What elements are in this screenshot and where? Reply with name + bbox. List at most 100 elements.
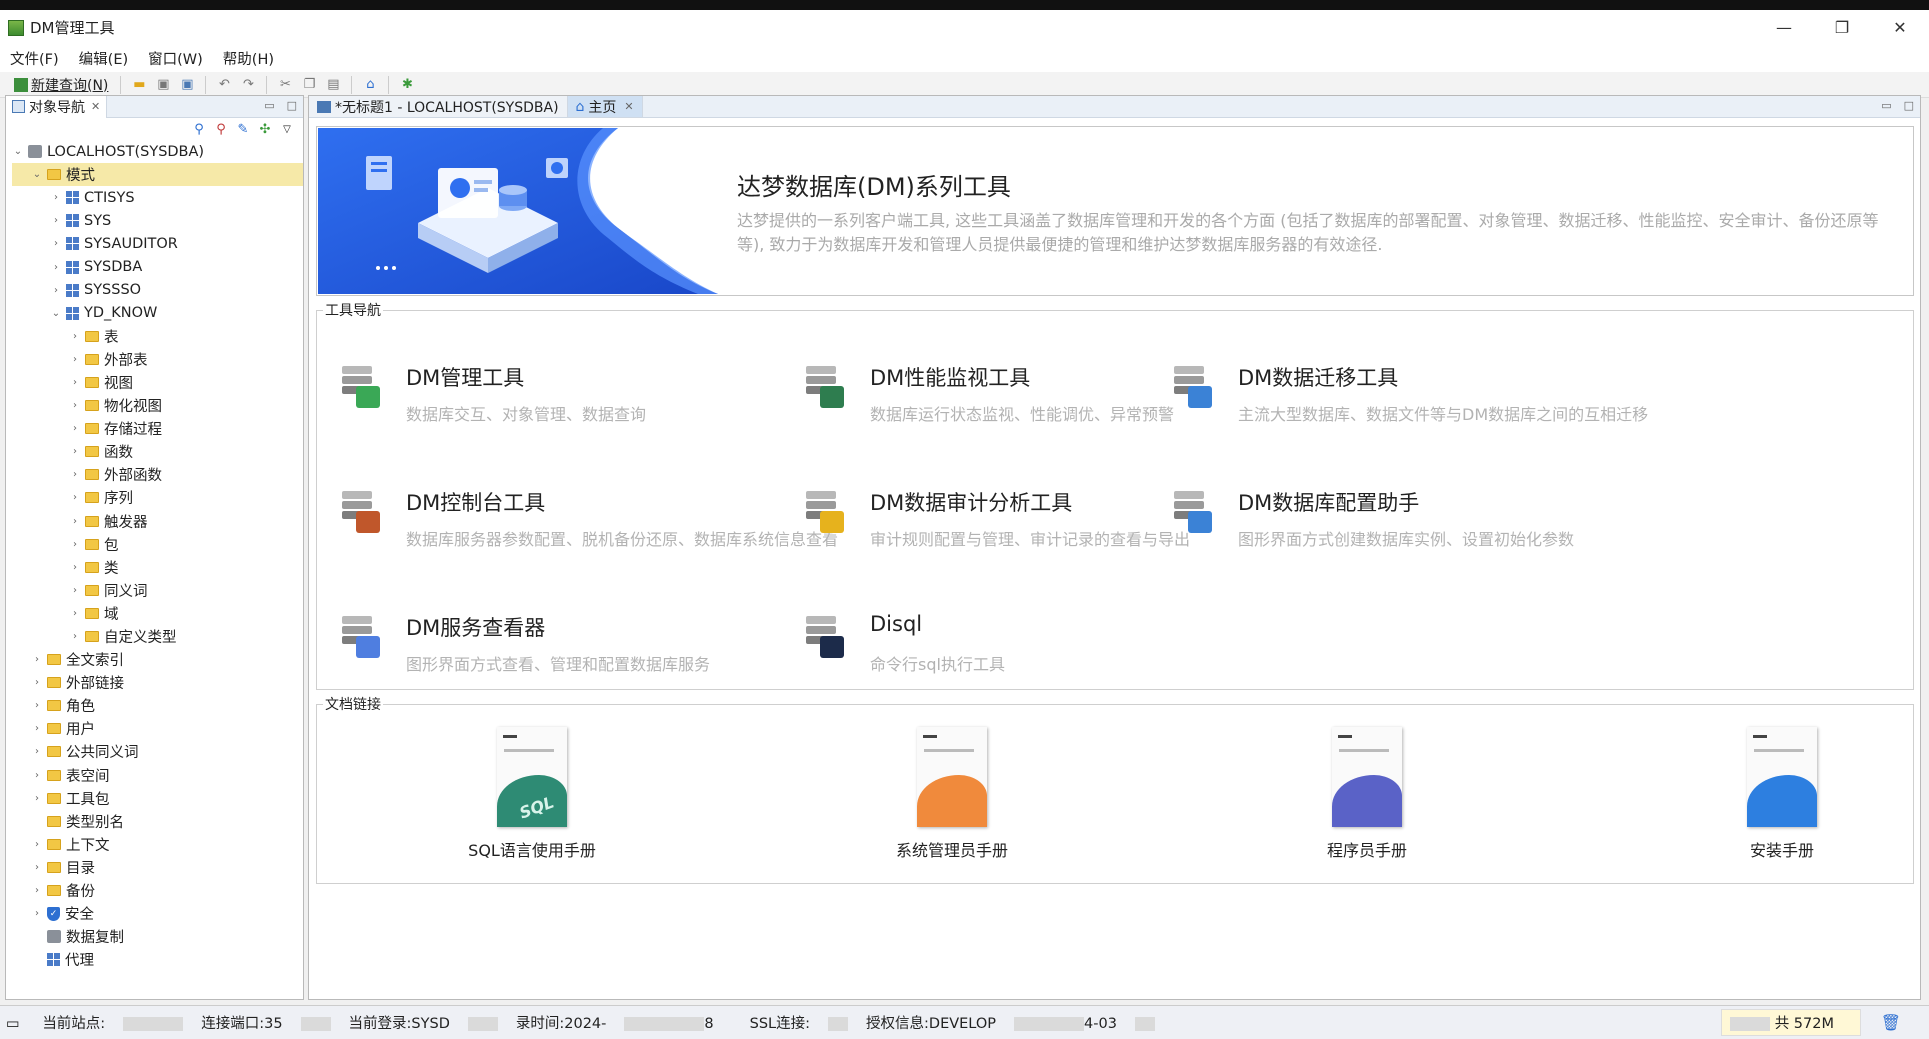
tree-node[interactable]: › 同义词 <box>12 579 303 602</box>
close-button[interactable]: ✕ <box>1871 10 1929 45</box>
chevron-right-icon[interactable]: › <box>31 885 43 896</box>
tree-node[interactable]: › SYSSSO <box>12 279 303 302</box>
tree-node[interactable]: › ✓ 安全 <box>12 902 303 925</box>
chevron-right-icon[interactable]: › <box>50 192 62 203</box>
chevron-right-icon[interactable]: › <box>69 469 81 480</box>
redo-icon[interactable]: ↷ <box>238 75 258 95</box>
tab-untitled-query[interactable]: *无标题1 - LOCALHOST(SYSDBA) <box>309 96 568 117</box>
chevron-right-icon[interactable]: › <box>50 238 62 249</box>
tree-node[interactable]: › 包 <box>12 533 303 556</box>
menu-help[interactable]: 帮助(H) <box>213 48 284 69</box>
tab-object-navigator[interactable]: 对象导航 ✕ <box>6 95 108 118</box>
tree-node[interactable]: › 目录 <box>12 856 303 879</box>
menu-edit[interactable]: 编辑(E) <box>69 48 138 69</box>
tree-node[interactable]: › 类 <box>12 556 303 579</box>
tree-node[interactable]: › 角色 <box>12 694 303 717</box>
tree-node[interactable]: › SYSDBA <box>12 255 303 278</box>
tree-node[interactable]: › 全文索引 <box>12 648 303 671</box>
tree-node[interactable]: › 工具包 <box>12 787 303 810</box>
tree-node[interactable]: › 函数 <box>12 440 303 463</box>
tree-node[interactable]: 类型别名 <box>12 810 303 833</box>
tree-node[interactable]: › 域 <box>12 602 303 625</box>
home-icon[interactable]: ⌂ <box>360 75 380 95</box>
chevron-right-icon[interactable]: › <box>69 516 81 527</box>
chevron-right-icon[interactable]: › <box>69 585 81 596</box>
chevron-right-icon[interactable]: › <box>69 354 81 365</box>
chevron-right-icon[interactable]: › <box>69 539 81 550</box>
chevron-right-icon[interactable]: › <box>69 377 81 388</box>
chevron-down-icon[interactable]: ⌄ <box>50 308 62 319</box>
expand-all-icon[interactable]: ✣ <box>257 121 273 137</box>
debug-icon[interactable]: ✱ <box>397 75 417 95</box>
cut-icon[interactable]: ✂ <box>275 75 295 95</box>
chevron-right-icon[interactable]: › <box>31 654 43 665</box>
undo-icon[interactable]: ↶ <box>214 75 234 95</box>
tree-node[interactable]: › 外部函数 <box>12 463 303 486</box>
chevron-right-icon[interactable]: › <box>69 423 81 434</box>
chevron-right-icon[interactable]: › <box>69 631 81 642</box>
chevron-right-icon[interactable]: › <box>31 770 43 781</box>
tree-node[interactable]: 数据复制 <box>12 925 303 948</box>
menu-file[interactable]: 文件(F) <box>0 48 69 69</box>
tree-node[interactable]: ⌄ YD_KNOW <box>12 302 303 325</box>
tree-node[interactable]: › 上下文 <box>12 833 303 856</box>
tool-launcher[interactable]: DM数据迁移工具 主流大型数据库、数据文件等与DM数据库之间的互相迁移 <box>1174 356 1674 436</box>
chevron-right-icon[interactable]: › <box>69 608 81 619</box>
tree-node[interactable]: › 视图 <box>12 371 303 394</box>
tree-node[interactable]: ⌄ LOCALHOST(SYSDBA) <box>12 140 303 163</box>
chevron-right-icon[interactable]: › <box>69 331 81 342</box>
chevron-right-icon[interactable]: › <box>31 908 43 919</box>
tool-launcher[interactable]: Disql 命令行sql执行工具 <box>806 606 1306 686</box>
tree-node[interactable]: › 表空间 <box>12 764 303 787</box>
close-icon[interactable]: ✕ <box>91 100 100 113</box>
chevron-right-icon[interactable]: › <box>50 215 62 226</box>
chevron-right-icon[interactable]: › <box>31 746 43 757</box>
chevron-right-icon[interactable]: › <box>31 700 43 711</box>
tree-node[interactable]: › CTISYS <box>12 186 303 209</box>
view-menu-icon[interactable]: ▽ <box>279 121 295 137</box>
tree-node[interactable]: › 用户 <box>12 717 303 740</box>
connect-icon[interactable]: ⚲ <box>191 121 207 137</box>
disconnect-icon[interactable]: ⚲ <box>213 121 229 137</box>
doc-link[interactable]: 程序员手册 <box>1257 727 1477 867</box>
tree-node[interactable]: › 外部链接 <box>12 671 303 694</box>
doc-link[interactable]: 安装手册 <box>1672 727 1892 867</box>
chevron-right-icon[interactable]: › <box>31 839 43 850</box>
minimize-panel-icon[interactable]: ▭ <box>1881 99 1891 112</box>
chevron-right-icon[interactable]: › <box>31 862 43 873</box>
chevron-down-icon[interactable]: ⌄ <box>12 146 24 157</box>
tool-launcher[interactable]: DM服务查看器 图形界面方式查看、管理和配置数据库服务 <box>342 606 842 686</box>
doc-link[interactable]: SQL SQL语言使用手册 <box>422 727 642 867</box>
maximize-panel-icon[interactable]: □ <box>1904 99 1914 112</box>
chevron-right-icon[interactable]: › <box>69 400 81 411</box>
chevron-right-icon[interactable]: › <box>31 793 43 804</box>
tab-home[interactable]: ⌂ 主页 ✕ <box>567 96 643 117</box>
chevron-right-icon[interactable]: › <box>69 446 81 457</box>
tree-node[interactable]: › 公共同义词 <box>12 740 303 763</box>
tree-node[interactable]: › SYS <box>12 209 303 232</box>
tree-node[interactable]: 代理 <box>12 948 303 971</box>
tree-node[interactable]: › 物化视图 <box>12 394 303 417</box>
chevron-right-icon[interactable]: › <box>69 492 81 503</box>
tool-launcher[interactable]: DM控制台工具 数据库服务器参数配置、脱机备份还原、数据库系统信息查看 <box>342 481 842 561</box>
tool-launcher[interactable]: DM管理工具 数据库交互、对象管理、数据查询 <box>342 356 842 436</box>
trash-icon[interactable]: 🗑 <box>1881 1013 1901 1032</box>
save-all-icon[interactable]: ▣ <box>177 75 197 95</box>
restore-button[interactable]: ❐ <box>1813 10 1871 45</box>
chevron-right-icon[interactable]: › <box>31 677 43 688</box>
tree-node[interactable]: › 序列 <box>12 486 303 509</box>
minimize-panel-icon[interactable]: ▭ <box>264 99 274 112</box>
chevron-right-icon[interactable]: › <box>31 723 43 734</box>
open-folder-icon[interactable]: ▬ <box>129 75 149 95</box>
maximize-panel-icon[interactable]: □ <box>287 99 297 112</box>
doc-link[interactable]: 系统管理员手册 <box>842 727 1062 867</box>
tree-node[interactable]: ⌄ 模式 <box>12 163 303 187</box>
tree-node[interactable]: › 自定义类型 <box>12 625 303 648</box>
close-icon[interactable]: ✕ <box>624 100 633 113</box>
edit-icon[interactable]: ✎ <box>235 121 251 137</box>
copy-icon[interactable]: ❐ <box>299 75 319 95</box>
tree-node[interactable]: › 触发器 <box>12 510 303 533</box>
tree-node[interactable]: › 备份 <box>12 879 303 902</box>
chevron-down-icon[interactable]: ⌄ <box>31 169 43 180</box>
tree-node[interactable]: › 存储过程 <box>12 417 303 440</box>
